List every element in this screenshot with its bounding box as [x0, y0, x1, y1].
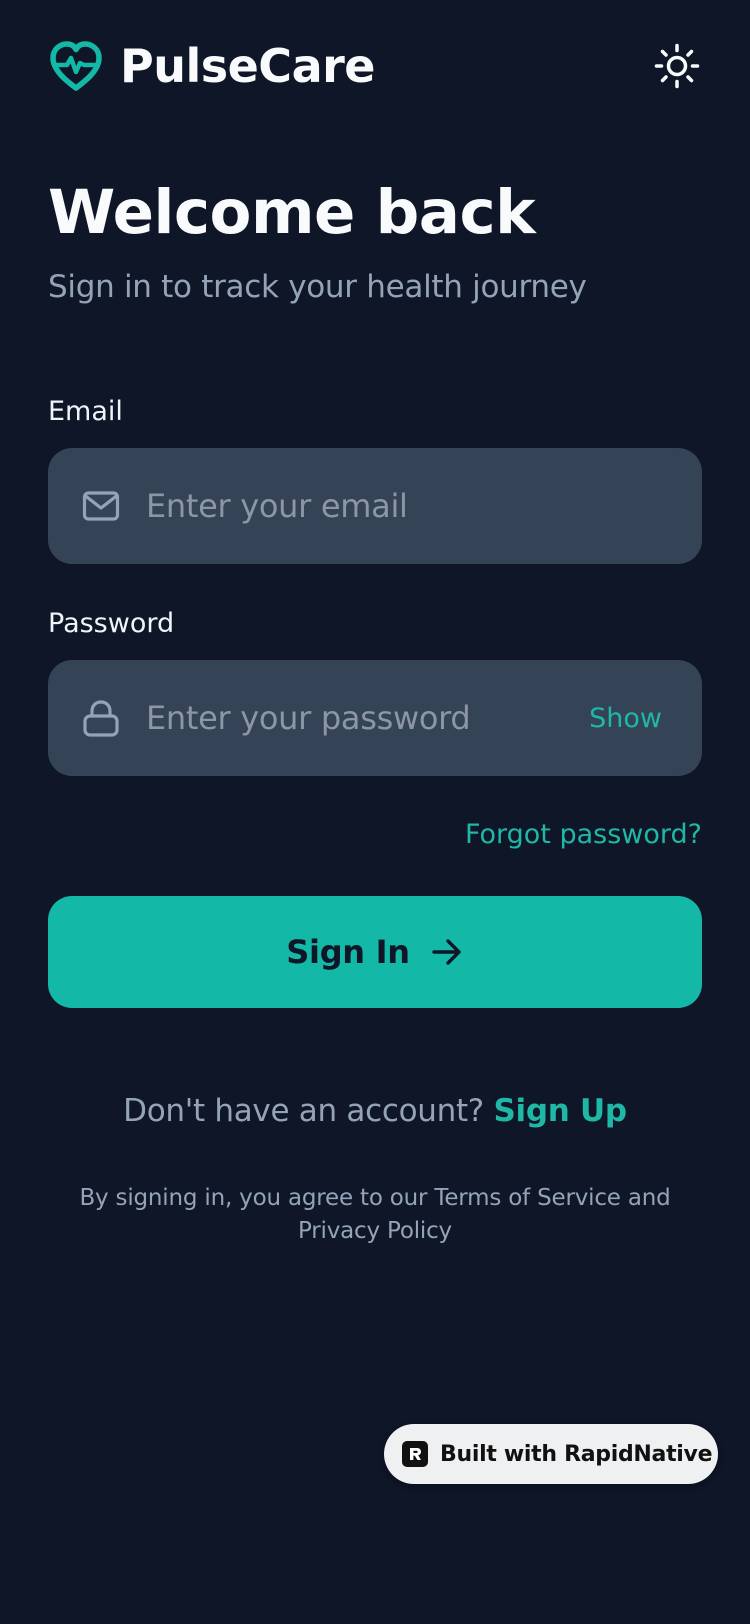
password-field[interactable]: Show — [48, 660, 702, 776]
lock-icon — [83, 700, 119, 737]
page-title: Welcome back — [48, 177, 536, 248]
sign-in-label: Sign In — [286, 933, 410, 971]
rapidnative-logo-icon — [402, 1441, 428, 1467]
password-input[interactable] — [146, 699, 580, 737]
page-subtitle: Sign in to track your health journey — [48, 269, 587, 305]
mail-icon — [82, 491, 120, 521]
show-password-toggle[interactable]: Show — [589, 703, 662, 734]
sun-icon — [654, 43, 700, 89]
sign-up-link[interactable]: Sign Up — [494, 1093, 628, 1129]
email-label: Email — [48, 396, 123, 427]
sign-in-button[interactable]: Sign In — [48, 896, 702, 1008]
email-input[interactable] — [146, 487, 662, 525]
app-header: PulseCare — [48, 36, 702, 96]
email-field[interactable] — [48, 448, 702, 564]
password-label: Password — [48, 608, 175, 639]
brand: PulseCare — [48, 39, 376, 93]
theme-toggle-button[interactable] — [652, 41, 702, 91]
heart-pulse-icon — [50, 41, 102, 91]
built-with-badge[interactable]: Built with RapidNative — [384, 1424, 718, 1484]
forgot-password-link[interactable]: Forgot password? — [465, 816, 702, 854]
signup-prompt: Don't have an account? — [123, 1093, 484, 1129]
legal-notice: By signing in, you agree to our Terms of… — [79, 1185, 671, 1244]
brand-name: PulseCare — [120, 39, 376, 93]
signup-row: Don't have an account? Sign Up — [0, 1090, 750, 1132]
badge-label: Built with RapidNative — [440, 1441, 713, 1467]
arrow-right-icon — [432, 939, 461, 965]
